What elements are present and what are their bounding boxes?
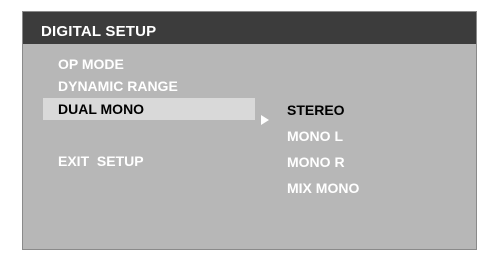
submenu-option-mono-l[interactable]: MONO L (287, 127, 343, 145)
submenu-option-stereo[interactable]: STEREO (287, 101, 345, 119)
menu-item-dynamic-range[interactable]: DYNAMIC RANGE (43, 75, 255, 97)
osd-menu-panel: DIGITAL SETUP OP MODE DYNAMIC RANGE DUAL… (22, 11, 477, 250)
submenu-option-mix-mono[interactable]: MIX MONO (287, 179, 359, 197)
menu-item-op-mode[interactable]: OP MODE (43, 53, 255, 75)
menu-item-exit-setup[interactable]: EXIT SETUP (43, 150, 255, 172)
menu-title: DIGITAL SETUP (41, 23, 157, 40)
menu-item-dual-mono[interactable]: DUAL MONO (43, 98, 255, 120)
submenu-option-mono-r[interactable]: MONO R (287, 153, 345, 171)
triangle-right-icon (261, 115, 269, 125)
menu-header: DIGITAL SETUP (23, 12, 476, 44)
